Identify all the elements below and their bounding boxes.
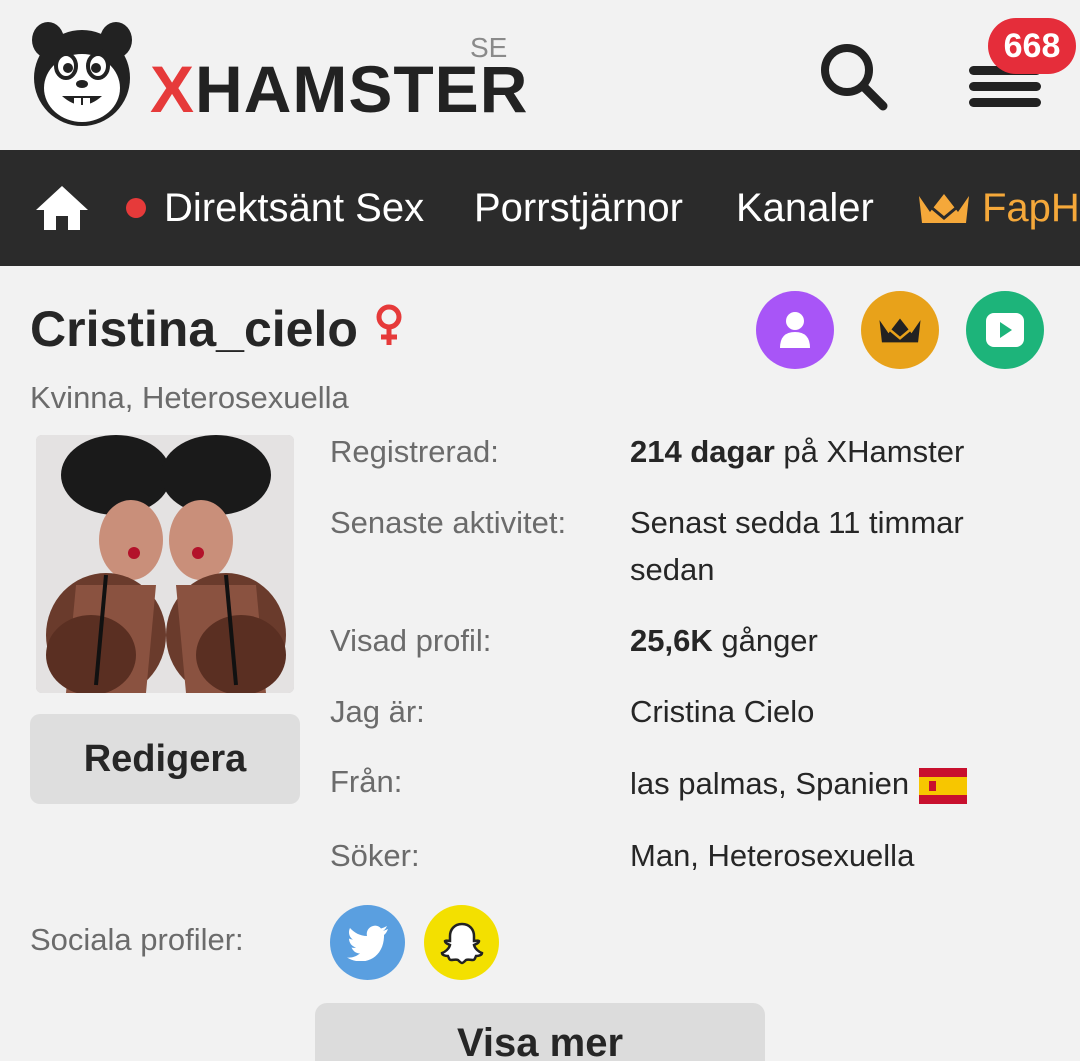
social-profiles-label: Sociala profiler:: [30, 922, 244, 957]
nav-item-live[interactable]: Direktsänt Sex: [126, 150, 424, 266]
site-header: XHAMSTER SE 668: [0, 0, 1080, 150]
nav-item-label: Porrstjärnor: [474, 185, 683, 230]
live-dot-icon: [126, 198, 146, 218]
nav-item-pornstars[interactable]: Porrstjärnor: [474, 150, 683, 266]
play-icon: [986, 313, 1024, 347]
region-label: SE: [470, 32, 508, 63]
nav-item-label: Kanaler: [736, 185, 874, 230]
info-value-seeking: Man, Heterosexuella: [630, 838, 915, 873]
nav-item-channels[interactable]: Kanaler: [736, 150, 874, 266]
info-value-last-activity: Senast sedda 11 timmar sedan: [630, 505, 964, 587]
premium-tab-button[interactable]: [861, 291, 939, 369]
notification-badge[interactable]: 668: [988, 18, 1076, 74]
search-icon[interactable]: [815, 38, 890, 113]
nav-item-faphouse[interactable]: FapH: [916, 150, 1080, 266]
info-value-from: las palmas, Spanien: [630, 760, 968, 807]
info-label-i-am: Jag är:: [330, 694, 425, 729]
show-more-button[interactable]: Visa mer: [315, 1003, 765, 1061]
nav-item-label: FapH: [982, 185, 1080, 230]
info-value-profile-views: 25,6K gånger: [630, 623, 818, 658]
main-nav: Direktsänt Sex Porrstjärnor Kanaler FapH: [0, 150, 1080, 266]
snapchat-ghost-icon: [440, 922, 483, 964]
edit-profile-button[interactable]: Redigera: [30, 714, 300, 804]
hamster-mascot-icon: [32, 22, 132, 126]
spain-flag-icon: [919, 767, 968, 804]
avatar-image: [36, 435, 294, 693]
profile-avatar[interactable]: [36, 435, 294, 693]
info-label-profile-views: Visad profil:: [330, 623, 492, 658]
profile-username: Cristina_cielo: [30, 301, 358, 357]
site-logo[interactable]: XHAMSTER SE: [26, 18, 546, 133]
info-value-i-am: Cristina Cielo: [630, 694, 815, 729]
info-value-registered: 214 dagar på XHamster: [630, 434, 965, 469]
crown-icon: [879, 318, 921, 343]
snapchat-link[interactable]: [424, 905, 499, 980]
home-icon[interactable]: [34, 182, 90, 234]
profile-tab-button[interactable]: [756, 291, 834, 369]
nav-item-label: Direktsänt Sex: [164, 185, 425, 230]
female-symbol-icon: [376, 304, 402, 345]
twitter-icon: [346, 925, 388, 961]
info-label-registered: Registrerad:: [330, 434, 499, 469]
crown-icon: [919, 194, 969, 223]
info-label-from: Från:: [330, 764, 403, 799]
videos-tab-button[interactable]: [966, 291, 1044, 369]
user-icon: [780, 312, 810, 348]
profile-subtitle: Kvinna, Heterosexuella: [30, 380, 349, 415]
twitter-link[interactable]: [330, 905, 405, 980]
info-label-seeking: Söker:: [330, 838, 420, 873]
info-label-last-activity: Senaste aktivitet:: [330, 505, 567, 540]
logo-wordmark: XHAMSTER: [150, 52, 529, 126]
